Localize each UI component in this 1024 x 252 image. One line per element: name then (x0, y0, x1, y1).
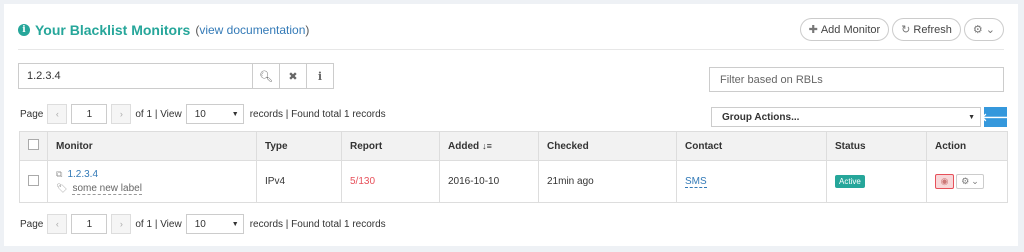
doc-wrap: (view documentation) (195, 23, 309, 37)
per-page-value: 10 (194, 108, 206, 120)
records-text: records | Found total 1 records (249, 108, 386, 120)
close-icon: ✖ (288, 70, 298, 83)
info-button[interactable]: i (306, 64, 333, 88)
caret-down-icon: ▼ (231, 220, 239, 228)
monitor-cell: ⧉ 1.2.3.4 🏷︎ some new label (47, 160, 257, 203)
page-number-input[interactable]: 1 (71, 104, 108, 124)
caret-down-icon: ▼ (968, 113, 975, 121)
view-button[interactable]: ◉ (935, 174, 954, 189)
tag-icon: 🏷︎ (56, 183, 68, 193)
col-added-cell[interactable]: Added ↓≡ (439, 131, 539, 161)
table-row: ⧉ 1.2.3.4 🏷︎ some new label IPv4 5/130 2… (19, 160, 1008, 203)
view-documentation-link[interactable]: view documentation (199, 23, 305, 37)
col-action: Action (926, 131, 1008, 161)
monitor-label[interactable]: some new label (72, 183, 142, 195)
plus-icon: ✚ (808, 24, 818, 36)
per-page-select[interactable]: 10 ▼ (185, 104, 244, 124)
action-cell: ◉ ⚙ ⌄ (926, 160, 1008, 203)
row-select-cell (19, 160, 48, 203)
col-status[interactable]: Status (826, 131, 927, 161)
group-actions-submit-button[interactable]: 🡐 (981, 107, 1010, 127)
table-header-row: Monitor Type Report Added ↓≡ Checked Cont… (19, 131, 1008, 161)
monitors-table: Monitor Type Report Added ↓≡ Checked Cont… (19, 131, 1008, 203)
col-contact[interactable]: Contact (676, 131, 827, 161)
settings-dropdown-button[interactable]: ⚙ ⌄ (963, 18, 1004, 41)
doc-close-paren: ) (305, 23, 310, 37)
info-icon: i (18, 24, 30, 36)
rbl-filter-input[interactable] (709, 67, 1004, 92)
panel-header: i Your Blacklist Monitors (view document… (18, 18, 1004, 46)
monitors-panel: i Your Blacklist Monitors (view document… (4, 4, 1018, 246)
add-monitor-label: Add Monitor (820, 23, 881, 36)
row-checkbox[interactable] (28, 174, 39, 186)
gear-icon: ⚙ (972, 24, 983, 36)
refresh-icon: ↻ (901, 24, 911, 36)
next-page-button[interactable]: › (111, 214, 132, 234)
report-link[interactable]: 5/130 (350, 176, 375, 187)
per-page-value: 10 (194, 218, 206, 230)
caret-down-icon: ▼ (231, 110, 239, 118)
status-cell: Active (826, 160, 927, 203)
status-badge: Active (835, 175, 865, 188)
per-page-select[interactable]: 10 ▼ (185, 214, 244, 234)
group-actions-label: Group Actions... (722, 111, 800, 123)
chevron-down-icon: ⌄ (971, 176, 979, 186)
of-text: of 1 | View (135, 218, 182, 230)
refresh-button[interactable]: ↻ Refresh (892, 18, 961, 41)
col-type[interactable]: Type (256, 131, 342, 161)
arrow-left-icon: 🡐 (980, 112, 1011, 124)
info-i-icon: i (317, 69, 323, 83)
prev-page-button[interactable]: ‹ (47, 214, 68, 234)
col-checked[interactable]: Checked (538, 131, 677, 161)
page-label: Page (20, 218, 44, 230)
of-text: of 1 | View (135, 108, 182, 120)
monitor-link[interactable]: 1.2.3.4 (67, 169, 98, 180)
label-line: 🏷︎ some new label (56, 183, 248, 195)
search-group: 🔍︎ ✖ i (18, 63, 334, 89)
row-settings-button[interactable]: ⚙ ⌄ (956, 174, 984, 189)
search-icon: 🔍︎ (259, 70, 273, 83)
select-all-checkbox[interactable] (28, 139, 39, 150)
refresh-label: Refresh (913, 23, 952, 36)
next-page-button[interactable]: › (111, 104, 132, 124)
monitor-line: ⧉ 1.2.3.4 (56, 169, 248, 180)
col-added: Added (448, 140, 480, 152)
prev-page-button[interactable]: ‹ (47, 104, 68, 124)
group-actions-select[interactable]: Group Actions... ▼ (711, 107, 981, 127)
contact-link[interactable]: SMS (685, 176, 707, 188)
page-title: Your Blacklist Monitors (35, 22, 191, 38)
records-text: records | Found total 1 records (249, 218, 386, 230)
type-cell: IPv4 (256, 160, 342, 203)
chevron-down-icon: ⌄ (985, 24, 995, 36)
col-report[interactable]: Report (341, 131, 440, 161)
added-cell: 2016-10-10 (439, 160, 539, 203)
clear-button[interactable]: ✖ (279, 64, 306, 88)
page-number-input[interactable]: 1 (71, 214, 108, 234)
pager-bottom: Page ‹ 1 › of 1 | View 10 ▼ records | Fou… (18, 214, 388, 234)
add-monitor-button[interactable]: ✚ Add Monitor (799, 18, 890, 41)
gear-icon: ⚙ (961, 176, 970, 186)
col-monitor[interactable]: Monitor (47, 131, 257, 161)
pager-top: Page ‹ 1 › of 1 | View 10 ▼ records | Fou… (18, 104, 388, 124)
contact-cell: SMS (676, 160, 827, 203)
header-divider (18, 49, 1004, 50)
search-button[interactable]: 🔍︎ (252, 64, 279, 88)
title-wrap: i Your Blacklist Monitors (view document… (18, 22, 309, 38)
action-group: ◉ ⚙ ⌄ (935, 174, 999, 189)
sort-desc-icon: ↓≡ (482, 140, 492, 151)
report-cell: 5/130 (341, 160, 440, 203)
header-buttons: ✚ Add Monitor ↻ Refresh ⚙ ⌄ (799, 18, 1004, 41)
select-all-cell (19, 131, 48, 161)
copy-icon[interactable]: ⧉ (56, 169, 62, 180)
search-input[interactable] (19, 64, 252, 88)
checked-cell: 21min ago (538, 160, 677, 203)
eye-icon: ◉ (940, 176, 949, 186)
page-label: Page (20, 108, 44, 120)
